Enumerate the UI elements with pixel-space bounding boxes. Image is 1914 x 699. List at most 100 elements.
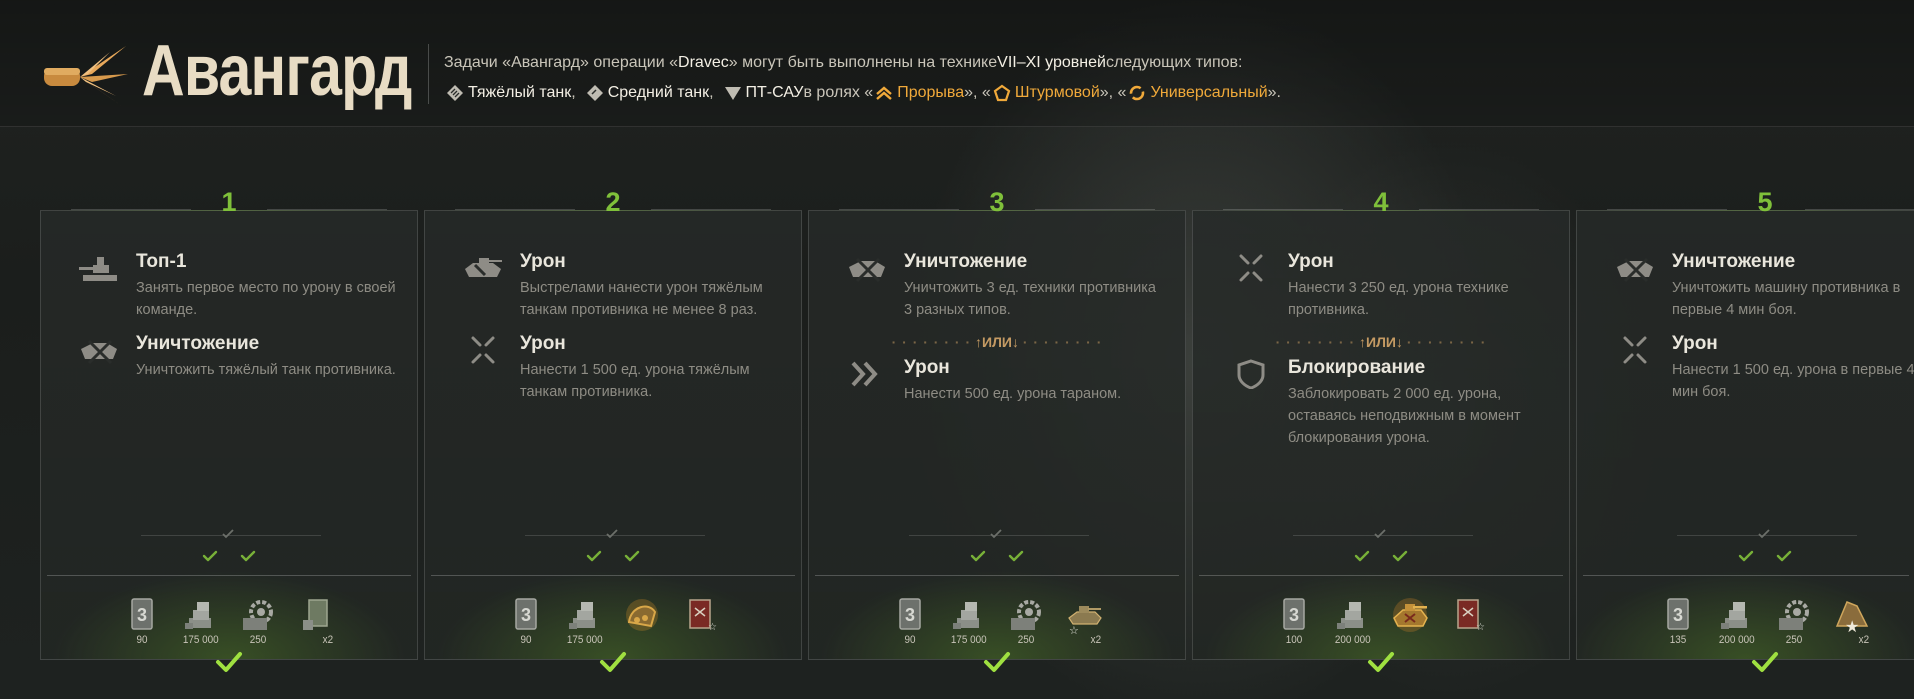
card-number: 1 (221, 187, 237, 217)
reward-item[interactable]: 100 (1275, 596, 1313, 646)
header-divider (428, 44, 429, 104)
operation-name: Dravec (678, 54, 729, 71)
desc-text: , (709, 84, 714, 101)
tank-destroyer-icon (724, 87, 741, 100)
reward-value: x2 (322, 634, 334, 646)
condition-checks (41, 549, 417, 568)
medium-tank-icon (586, 85, 603, 101)
task-description: Занять первое место по урону в своей ком… (136, 280, 396, 318)
role-universal: Универсальный (1150, 84, 1268, 101)
check-icon (1773, 549, 1795, 563)
rewards-divider (815, 575, 1179, 576)
booster-card-icon (297, 596, 335, 634)
rewards-divider (1583, 575, 1909, 576)
or-separator: · · · · · · · · ↑ИЛИ↓ · · · · · · · · (1275, 334, 1487, 350)
completed-check-icon (983, 651, 1011, 673)
completed-check-icon (215, 651, 243, 673)
universal-role-icon (1130, 85, 1145, 101)
card-number: 3 (989, 187, 1005, 217)
description-line-2: Тяжёлый танк, Средний танк, ПТ-САУ в рол… (444, 78, 1281, 108)
credits-icon (565, 596, 603, 634)
reward-item[interactable]: 250 (1775, 596, 1813, 646)
mission-card-1[interactable]: 1 Топ-1 Занять первое место по урону в с… (40, 187, 418, 660)
desc-text: », « (964, 84, 991, 101)
vehicle-type-medium: Средний танк (607, 84, 710, 101)
directive-card-icon (1275, 596, 1313, 634)
reward-item[interactable]: 135 (1659, 596, 1697, 646)
desc-text: », « (1099, 84, 1127, 101)
rewards: 90 175 000 250 x2 (41, 596, 417, 646)
or-label: ИЛИ (1366, 334, 1396, 350)
check-icon (989, 528, 1003, 540)
desc-text: в ролях « (803, 84, 874, 101)
gold-tank-icon (1391, 596, 1429, 634)
reward-item[interactable]: 175 000 (181, 596, 219, 646)
reward-item[interactable]: 175 000 (565, 596, 603, 646)
reward-value: 175 000 (182, 634, 219, 646)
directive-card-icon (891, 596, 929, 634)
or-separator: · · · · · · · · ↑ИЛИ↓ · · · · · · · · (891, 334, 1103, 350)
tank-star-icon (1065, 596, 1103, 634)
reward-item[interactable]: x2 (1833, 596, 1871, 646)
reward-value: 250 (1017, 634, 1035, 646)
reward-item[interactable] (681, 596, 719, 646)
directive-card-icon (123, 596, 161, 634)
reward-item[interactable] (1391, 596, 1429, 646)
vehicle-type-td: ПТ-САУ (745, 84, 804, 101)
directive-card-icon (1659, 596, 1697, 634)
rewards: 100 200 000 (1193, 596, 1569, 646)
gear-item-icon (1775, 596, 1813, 634)
task-title: Урон (520, 251, 566, 272)
reward-item[interactable] (623, 596, 661, 646)
mission-card-4[interactable]: 4 Урон Нанести 3 250 ед. урона технике п… (1192, 187, 1570, 660)
card-number: 4 (1373, 187, 1389, 217)
reward-item[interactable]: 90 (507, 596, 545, 646)
task-description: Выстрелами нанести урон тяжёлым танкам п… (520, 280, 763, 318)
role-breakthrough: Прорыва (897, 84, 965, 101)
desc-text: Задачи «Авангард» операции « (444, 54, 679, 71)
task-description: Уничтожить 3 ед. техники противника 3 ра… (904, 280, 1156, 318)
check-icon (1373, 528, 1387, 540)
description-line-1: Задачи «Авангард» операции «Dravec» могу… (444, 48, 1281, 78)
task-title: Блокирование (1288, 357, 1426, 378)
completed-check-icon (1367, 651, 1395, 673)
task-title: Урон (1672, 333, 1718, 354)
reward-value: 135 (1669, 634, 1687, 646)
card-number: 2 (605, 187, 621, 217)
reward-item[interactable]: 90 (891, 596, 929, 646)
check-icon (967, 549, 989, 563)
shield-icon (1229, 359, 1273, 389)
credits-icon (1333, 596, 1371, 634)
mission-card-5[interactable]: 5 Уничтожение Уничтожить машину противни… (1576, 187, 1914, 660)
reward-item[interactable]: 250 (1007, 596, 1045, 646)
tier-range: VII–XI уровней (997, 54, 1106, 71)
completed-check-icon (599, 651, 627, 673)
reward-item[interactable]: x2 (1065, 596, 1103, 646)
reward-value: 175 000 (950, 634, 987, 646)
gear-item-icon (239, 596, 277, 634)
mission-card-2[interactable]: 2 Урон Выстрелами нанести урон тяжёлым т… (424, 187, 802, 660)
reward-item[interactable]: 90 (123, 596, 161, 646)
mission-card-3[interactable]: 3 Уничтожение Уничтожить 3 ед. техники п… (808, 187, 1186, 660)
reward-item[interactable]: 200 000 (1333, 596, 1371, 646)
task-description: Нанести 3 250 ед. урона технике противни… (1288, 280, 1509, 318)
reward-item[interactable] (1449, 596, 1487, 646)
desc-text: » могут быть выполнены на технике (728, 54, 998, 71)
reward-value: 100 (1285, 634, 1303, 646)
task-title: Урон (520, 333, 566, 354)
reward-value: x2 (1090, 634, 1102, 646)
check-icon (1005, 549, 1027, 563)
assault-role-icon (993, 84, 1011, 102)
reward-item[interactable]: x2 (297, 596, 335, 646)
destroy-icon (1613, 253, 1657, 283)
task-description: Нанести 1 500 ед. урона тяжёлым танкам п… (520, 362, 750, 400)
task-title: Уничтожение (904, 251, 1028, 272)
mission-cards: 1 Топ-1 Занять первое место по урону в с… (0, 187, 1914, 670)
card-5-clip: Уничтожение Уничтожить машину противника… (1577, 211, 1914, 659)
reward-value: x2 (1858, 634, 1870, 646)
reward-item[interactable]: 200 000 (1717, 596, 1755, 646)
reward-item[interactable]: 250 (239, 596, 277, 646)
reward-item[interactable]: 175 000 (949, 596, 987, 646)
reward-value: 200 000 (1718, 634, 1755, 646)
rewards-divider (431, 575, 795, 576)
